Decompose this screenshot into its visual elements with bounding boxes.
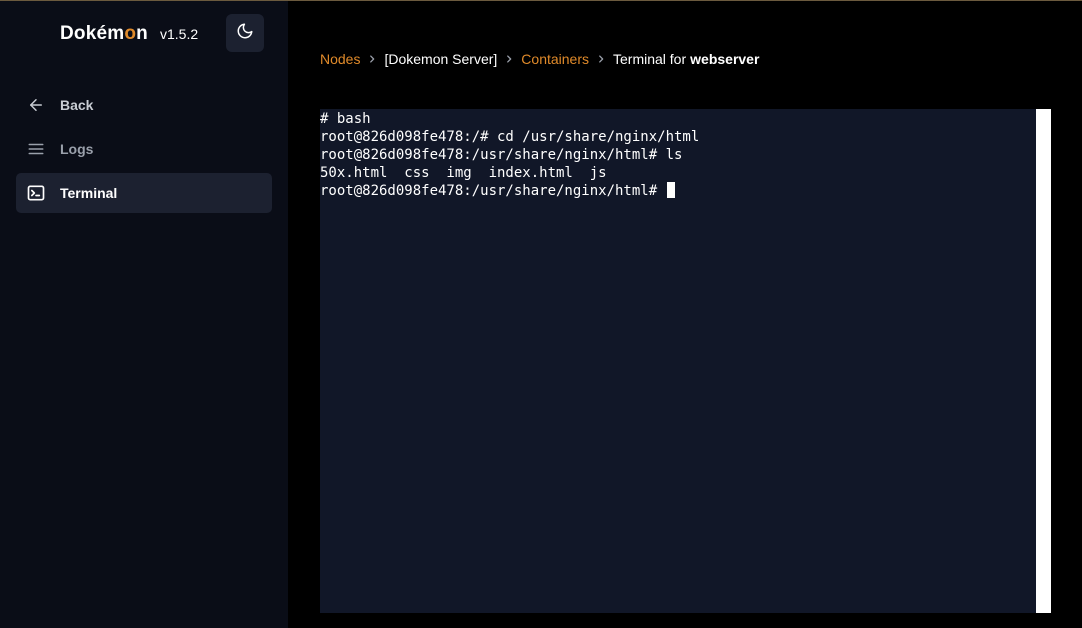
app-window: Dokémon v1.5.2 Back Logs Terminal Nodes … (0, 0, 1082, 628)
terminal-prompt: root@826d098fe478:/usr/share/nginx/html# (320, 183, 666, 199)
chevron-right-icon (504, 54, 514, 64)
breadcrumb-server: [Dokemon Server] (384, 51, 498, 67)
terminal-panel[interactable]: # bash root@826d098fe478:/# cd /usr/share… (320, 109, 1051, 613)
sidebar-nav: Back Logs Terminal (16, 85, 272, 217)
chevron-right-icon (367, 54, 377, 64)
breadcrumb-container-name: webserver (690, 51, 760, 67)
sidebar: Dokémon v1.5.2 Back Logs Terminal (0, 1, 288, 628)
terminal-line: root@826d098fe478:/# cd /usr/share/nginx… (320, 129, 700, 145)
moon-icon (236, 22, 254, 45)
sidebar-item-terminal[interactable]: Terminal (16, 173, 272, 213)
breadcrumb-nodes-link[interactable]: Nodes (320, 51, 360, 67)
sidebar-item-label: Logs (60, 141, 94, 157)
terminal-scrollbar[interactable] (1036, 109, 1051, 613)
sidebar-item-label: Terminal (60, 185, 118, 201)
terminal-line: 50x.html css img index.html js (320, 165, 607, 181)
breadcrumb-containers-link[interactable]: Containers (521, 51, 589, 67)
chevron-right-icon (596, 54, 606, 64)
main-content: Nodes [Dokemon Server] Containers Termin… (288, 1, 1082, 628)
terminal-line: # bash (320, 111, 371, 127)
menu-lines-icon (26, 139, 46, 159)
theme-toggle-button[interactable] (226, 14, 264, 52)
terminal-output[interactable]: # bash root@826d098fe478:/# cd /usr/share… (320, 109, 1036, 613)
arrow-left-icon (26, 95, 46, 115)
terminal-line: root@826d098fe478:/usr/share/nginx/html#… (320, 147, 683, 163)
sidebar-item-back[interactable]: Back (16, 85, 272, 125)
terminal-prompt-line: root@826d098fe478:/usr/share/nginx/html# (320, 182, 1036, 200)
sidebar-item-label: Back (60, 97, 94, 113)
app-version: v1.5.2 (159, 26, 199, 42)
sidebar-item-logs[interactable]: Logs (16, 129, 272, 169)
terminal-cursor (666, 182, 675, 198)
terminal-icon (26, 183, 46, 203)
breadcrumb: Nodes [Dokemon Server] Containers Termin… (320, 51, 759, 67)
brand: Dokémon v1.5.2 (60, 23, 198, 45)
brand-logo: Dokémon (60, 23, 148, 44)
breadcrumb-terminal-label: Terminal for (613, 51, 687, 67)
